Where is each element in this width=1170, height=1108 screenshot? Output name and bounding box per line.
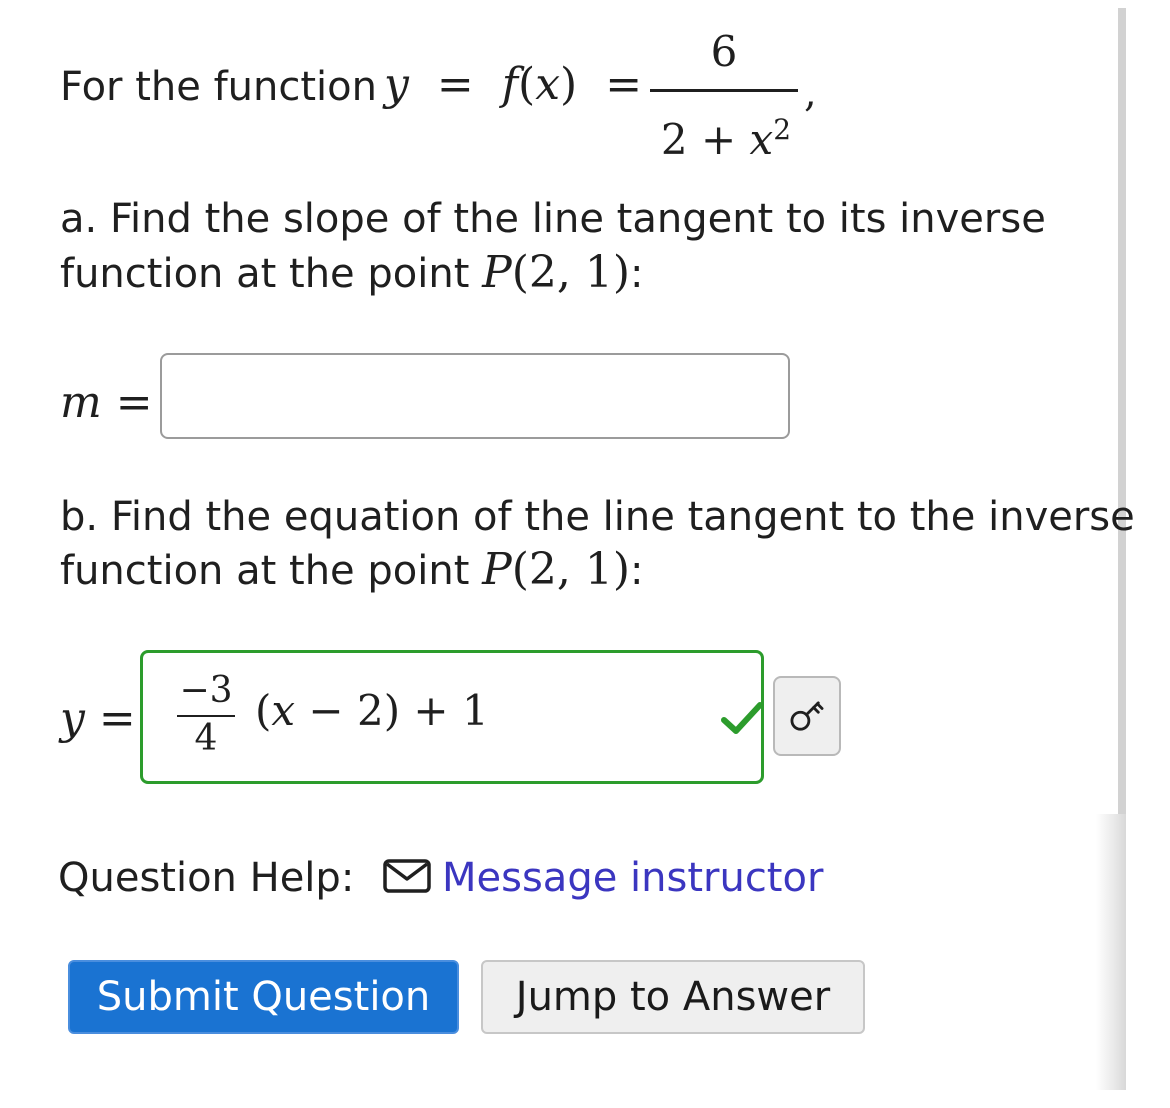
function-expression: y = f(x) = <box>384 59 643 110</box>
message-instructor-link[interactable]: Message instructor <box>442 853 823 903</box>
answer-expression: (x − 2) + 1 <box>255 686 489 735</box>
envelope-icon <box>383 859 431 893</box>
preview-key-button[interactable] <box>773 676 841 756</box>
part-b-var-label: y = <box>60 693 136 744</box>
part-a-prompt-line2: function at the point P(2, 1): <box>60 247 644 298</box>
part-b-prompt-line1: b. Find the equation of the line tangent… <box>60 494 1135 540</box>
part-b-prompt-line2: function at the point P(2, 1): <box>60 544 644 595</box>
part-a-prompt-line1: a. Find the slope of the line tangent to… <box>60 196 1046 242</box>
scrollbar-track[interactable] <box>1118 8 1126 814</box>
slope-answer-input[interactable] <box>160 353 790 439</box>
jump-to-answer-button[interactable]: Jump to Answer <box>481 960 865 1034</box>
part-a-var-label: m = <box>60 377 153 428</box>
trailing-comma: , <box>804 70 817 116</box>
fraction-numerator: 6 <box>710 27 738 76</box>
fraction-denominator: 2 + x2 <box>660 113 792 164</box>
intro-label: For the function <box>60 64 377 110</box>
answer-fraction-denominator: 4 <box>194 718 218 759</box>
scrollbar-thumb[interactable] <box>1096 814 1126 1090</box>
equation-answer-input[interactable]: −3 4 (x − 2) + 1 <box>140 650 764 784</box>
check-icon <box>721 702 763 734</box>
answer-fraction: −3 4 <box>177 671 235 763</box>
question-help-label: Question Help: <box>58 855 355 901</box>
key-icon <box>790 701 824 731</box>
answer-fraction-numerator: −3 <box>179 670 233 711</box>
submit-question-button[interactable]: Submit Question <box>68 960 459 1034</box>
function-fraction: 6 2 + x2 <box>650 26 798 164</box>
